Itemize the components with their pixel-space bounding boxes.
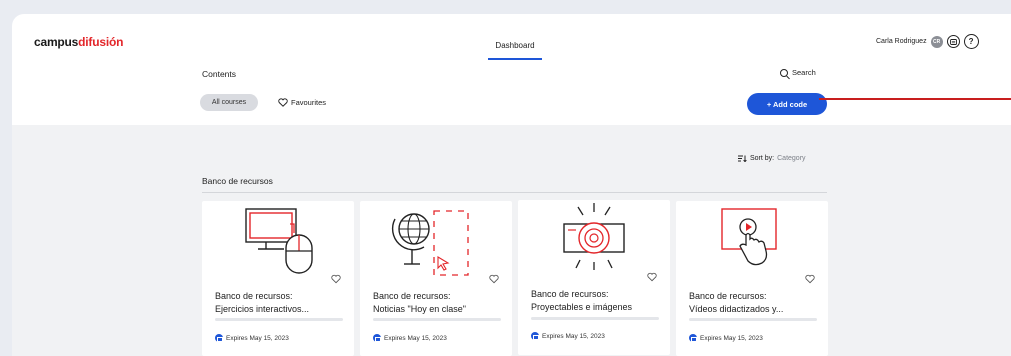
course-card[interactable]: Banco de recursos: Proyectables e imágen… [518,200,670,355]
card-title-line1: Banco de recursos: [373,291,451,301]
course-card[interactable]: Banco de recursos: Noticias "Hoy en clas… [360,201,512,356]
annotation-pointer-line [819,98,1011,100]
card-progress-bar [373,318,501,321]
card-expiry-text: Expires May 15, 2023 [226,334,289,342]
card-progress-bar [215,318,343,321]
globe-icon [391,210,469,276]
app-window: campusdifusión Dashboard Carla Rodriguez… [12,14,1011,356]
card-title: Banco de recursos: Vídeos didactizados y… [689,290,817,316]
section-divider [202,192,827,193]
brand-logo[interactable]: campusdifusión [34,35,123,49]
course-card[interactable]: Banco de recursos: Vídeos didactizados y… [676,201,828,356]
card-title: Banco de recursos: Ejercicios interactiv… [215,290,343,316]
favourite-icon[interactable] [331,274,341,284]
favourite-icon[interactable] [805,274,815,284]
video-tap-icon [721,208,777,266]
card-progress-bar [689,318,817,321]
calendar-icon [689,334,697,342]
favourite-icon[interactable] [489,274,499,284]
card-expiry-text: Expires May 15, 2023 [384,334,447,342]
brand-logo-part-b: difusión [78,35,124,49]
card-expiry: Expires May 15, 2023 [215,334,289,342]
filter-all-courses[interactable]: All courses [200,94,258,111]
card-expiry: Expires May 15, 2023 [531,332,605,340]
tab-dashboard[interactable]: Dashboard [488,40,542,60]
sort-prefix: Sort by: [750,155,775,162]
course-card[interactable]: Banco de recursos: Ejercicios interactiv… [202,201,354,356]
card-title-line2: Vídeos didactizados y... [689,304,784,314]
calendar-icon [373,334,381,342]
sort-control[interactable]: Sort by: Category [738,155,806,162]
card-title: Banco de recursos: Proyectables e imágen… [531,288,659,314]
card-title-line1: Banco de recursos: [689,291,767,301]
card-expiry-text: Expires May 15, 2023 [542,332,605,340]
user-name[interactable]: Carla Rodriguez [876,38,927,45]
search-icon [780,68,788,77]
add-code-button[interactable]: + Add code [747,93,827,115]
card-title: Banco de recursos: Noticias "Hoy en clas… [373,290,501,316]
card-title-line1: Banco de recursos: [531,289,609,299]
computer-mouse-icon [245,208,313,274]
heart-icon [278,98,288,107]
calendar-icon [215,334,223,342]
calendar-icon [531,332,539,340]
avatar[interactable]: CR [930,35,943,48]
card-title-line2: Proyectables e imágenes [531,302,633,312]
user-menu: Carla Rodriguez CR ? [876,34,979,49]
search-label: Search [792,68,816,77]
contents-title: Contents [202,69,237,79]
section-title: Banco de recursos [202,176,273,186]
card-progress-bar [531,317,659,320]
sort-value: Category [777,155,806,162]
sort-icon [738,155,747,162]
filter-favourites-label: Favourites [291,98,327,107]
messages-icon[interactable] [946,35,960,48]
projector-icon [563,203,625,270]
help-icon[interactable]: ? [963,34,979,49]
card-expiry-text: Expires May 15, 2023 [700,334,763,342]
card-expiry: Expires May 15, 2023 [689,334,763,342]
card-title-line1: Banco de recursos: [215,291,293,301]
card-title-line2: Ejercicios interactivos... [215,304,310,314]
filter-favourites[interactable]: Favourites [278,98,326,107]
card-title-line2: Noticias "Hoy en clase" [373,304,466,314]
card-expiry: Expires May 15, 2023 [373,334,447,342]
brand-logo-part-a: campus [34,35,79,49]
search-button[interactable]: Search [780,68,816,77]
favourite-icon[interactable] [647,272,657,282]
